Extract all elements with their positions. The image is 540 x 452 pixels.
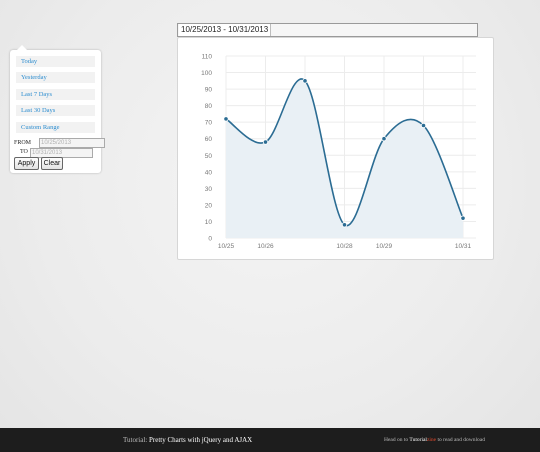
y-tick-label: 100 bbox=[201, 70, 212, 77]
picker-caret bbox=[17, 45, 27, 50]
data-point bbox=[262, 139, 269, 145]
from-date-input[interactable]: 10/25/2013 bbox=[39, 138, 105, 148]
range-yesterday[interactable]: Yesterday bbox=[16, 72, 95, 83]
range-today[interactable]: Today bbox=[16, 56, 95, 67]
data-point bbox=[302, 78, 308, 84]
data-point bbox=[420, 122, 427, 129]
footer-promo: Head on to Tutorialzine to read and down… bbox=[384, 437, 485, 443]
range-last-7-days[interactable]: Last 7 Days bbox=[16, 89, 95, 100]
footer-brand-link[interactable]: Tutorialzine bbox=[409, 437, 436, 443]
y-tick-label: 0 bbox=[208, 236, 212, 243]
to-label: TO bbox=[20, 149, 28, 155]
y-tick-label: 30 bbox=[205, 186, 213, 193]
y-tick-label: 110 bbox=[202, 54, 213, 61]
x-tick-label: 10/26 bbox=[257, 243, 274, 250]
footer: Tutorial: Pretty Charts with jQuery and … bbox=[0, 428, 540, 452]
y-tick-label: 90 bbox=[205, 87, 213, 94]
footer-tutorial-title[interactable]: Pretty Charts with jQuery and AJAX bbox=[149, 436, 252, 444]
data-point bbox=[223, 116, 229, 122]
data-point bbox=[341, 222, 348, 228]
x-tick-label: 10/28 bbox=[336, 243, 353, 250]
range-last-30-days[interactable]: Last 30 Days bbox=[16, 105, 95, 116]
footer-brand-a: Tutorial bbox=[409, 437, 427, 443]
line-chart: 0 10 20 30 40 50 60 70 80 90 100 110 10/25 10/26 10/28… bbox=[201, 54, 476, 250]
chart-panel: 0 10 20 30 40 50 60 70 80 90 100 110 10/25 10/26 10/28… bbox=[177, 37, 494, 260]
x-tick-label: 10/29 bbox=[376, 243, 393, 250]
data-point bbox=[460, 215, 466, 221]
clear-button[interactable]: Clear bbox=[41, 157, 63, 170]
footer-tutorial-prefix: Tutorial: bbox=[123, 436, 148, 444]
y-tick-label: 70 bbox=[205, 120, 213, 127]
data-point bbox=[381, 136, 387, 142]
y-tick-label: 60 bbox=[205, 136, 213, 143]
y-tick-label: 20 bbox=[205, 202, 213, 209]
x-tick-label: 10/25 bbox=[218, 243, 235, 250]
y-tick-label: 80 bbox=[205, 103, 213, 110]
y-tick-label: 50 bbox=[205, 153, 213, 160]
date-range-value: 10/25/2013 - 10/31/2013 bbox=[179, 24, 272, 36]
footer-tutorial: Tutorial: Pretty Charts with jQuery and … bbox=[123, 436, 252, 444]
footer-right-prefix: Head on to bbox=[384, 437, 409, 443]
footer-brand-b: zine bbox=[426, 437, 437, 443]
date-range-picker: Today Yesterday Last 7 Days Last 30 Days… bbox=[10, 45, 105, 173]
apply-button[interactable]: Apply bbox=[14, 157, 39, 170]
x-tick-label: 10/31 bbox=[455, 243, 472, 250]
range-custom[interactable]: Custom Range bbox=[16, 122, 95, 133]
date-range-input[interactable]: 10/25/2013 - 10/31/2013 bbox=[177, 23, 478, 37]
from-label: FROM bbox=[14, 140, 32, 146]
footer-right-suffix: to read and download bbox=[437, 437, 486, 443]
y-tick-label: 40 bbox=[205, 169, 213, 176]
y-tick-label: 10 bbox=[205, 219, 213, 226]
